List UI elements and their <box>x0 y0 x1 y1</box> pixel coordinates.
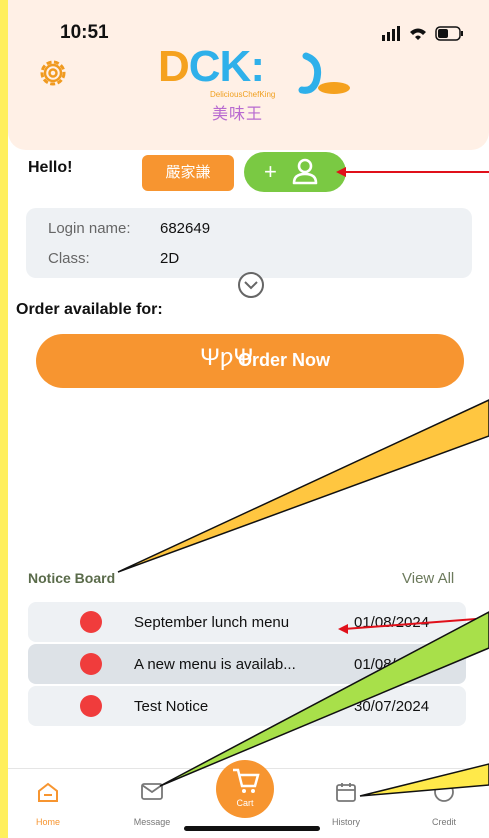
logo-chinese-name: 美味王 <box>212 106 264 123</box>
app-header: 10:51 DCK: DeliciousChefKing 美味王 <box>8 0 489 150</box>
order-available-label: Order available for: <box>16 301 163 318</box>
notice-title: Test Notice <box>134 698 209 715</box>
notice-date: 01/08/2024 <box>354 614 430 631</box>
login-name-value: 682649 <box>160 220 211 237</box>
plus-icon: + <box>264 159 277 184</box>
tab-credit-label: Credit <box>431 817 456 827</box>
credit-icon <box>434 782 454 802</box>
yellow-page-strip <box>0 0 8 838</box>
tab-home[interactable]: Home <box>8 769 88 829</box>
logo-spoon-icon <box>298 52 350 94</box>
cart-icon <box>233 768 260 793</box>
chevron-down-icon <box>244 281 258 290</box>
student-name-button[interactable]: 嚴家謙 <box>142 155 234 191</box>
notice-icon <box>80 653 102 675</box>
notice-row[interactable]: Test Notice 30/07/2024 <box>28 686 466 726</box>
tab-message[interactable]: Message <box>112 769 192 829</box>
notice-icon <box>80 695 102 717</box>
home-icon <box>38 782 58 802</box>
view-all-link[interactable]: View All <box>402 570 454 587</box>
class-value: 2D <box>160 250 180 267</box>
notice-title: A new menu is availab... <box>134 656 296 673</box>
user-icon <box>292 158 318 185</box>
order-now-label: Order Now <box>238 350 331 370</box>
tab-message-label: Message <box>133 817 171 827</box>
status-time: 10:51 <box>60 22 109 43</box>
notice-date: 01/08/2024 <box>354 656 430 673</box>
notice-board-title: Notice Board <box>28 570 116 586</box>
settings-gear-icon[interactable] <box>36 56 70 90</box>
expand-chevron-button[interactable] <box>238 272 264 298</box>
message-dollar-icon <box>141 783 163 800</box>
notice-icon <box>80 611 102 633</box>
cart-label: Cart <box>236 798 254 808</box>
hello-greeting: Hello! <box>28 159 73 176</box>
screenshot-stage: 10:51 DCK: DeliciousChefKing 美味王 Hello! … <box>0 0 489 838</box>
tab-home-label: Home <box>35 817 60 827</box>
login-name-label: Login name: <box>48 220 131 237</box>
logo-wordmark: DCK: <box>158 42 265 91</box>
notice-date: 30/07/2024 <box>354 698 430 715</box>
account-info-card: Login name: 682649 Class: 2D <box>26 208 472 278</box>
status-icons <box>382 26 463 41</box>
notice-title: September lunch menu <box>134 614 290 631</box>
logo-subtitle: DeliciousChefKing <box>210 90 276 99</box>
tab-history[interactable]: History <box>306 769 386 829</box>
home-indicator <box>184 826 320 831</box>
cart-button[interactable]: Cart <box>216 760 274 818</box>
calendar-icon <box>336 783 356 802</box>
order-now-button[interactable]: ΨƿΨ Order Now <box>36 334 464 388</box>
tab-credit[interactable]: Credit <box>404 769 484 829</box>
notice-row[interactable]: September lunch menu 01/08/2024 <box>28 602 466 642</box>
notice-row[interactable]: A new menu is availab... 01/08/2024 <box>28 644 466 684</box>
add-user-button[interactable]: + <box>244 152 346 192</box>
phone-screen: 10:51 DCK: DeliciousChefKing 美味王 Hello! … <box>8 0 489 838</box>
dck-logo: DCK: DeliciousChefKing 美味王 <box>158 42 350 123</box>
class-label: Class: <box>48 250 90 267</box>
